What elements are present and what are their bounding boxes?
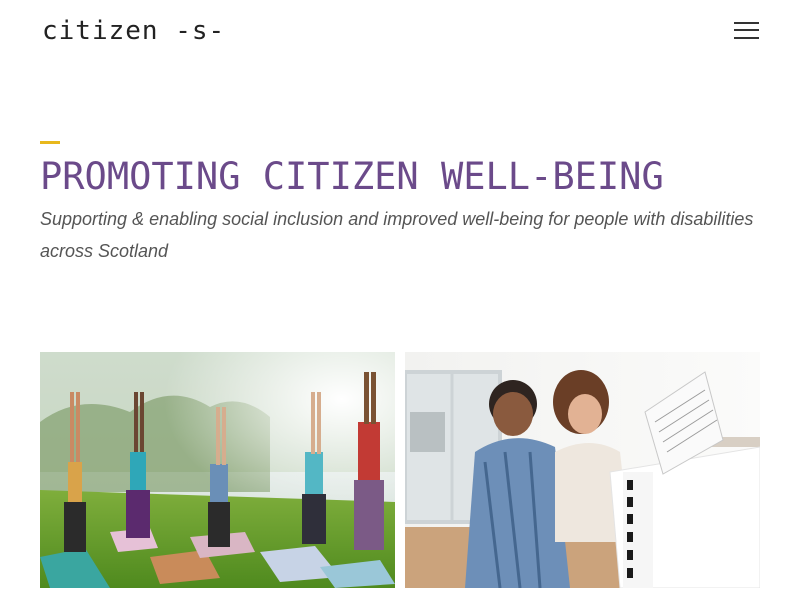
site-logo[interactable]: citizen -s- [42,14,225,48]
page-title: PROMOTING CITIZEN WELL-BEING [40,155,664,198]
menu-bar [734,29,759,31]
piano-photo-image [405,352,760,588]
yoga-photo-image [40,352,395,588]
page-subtitle: Supporting & enabling social inclusion a… [40,209,754,261]
menu-bar [734,37,759,39]
accent-rule [40,141,60,144]
piano-lesson-photo[interactable] [405,352,760,588]
site-header: citizen -s- [0,0,800,62]
menu-bar [734,22,759,24]
yoga-group-photo[interactable] [40,352,395,588]
hamburger-menu-icon[interactable] [733,21,761,43]
